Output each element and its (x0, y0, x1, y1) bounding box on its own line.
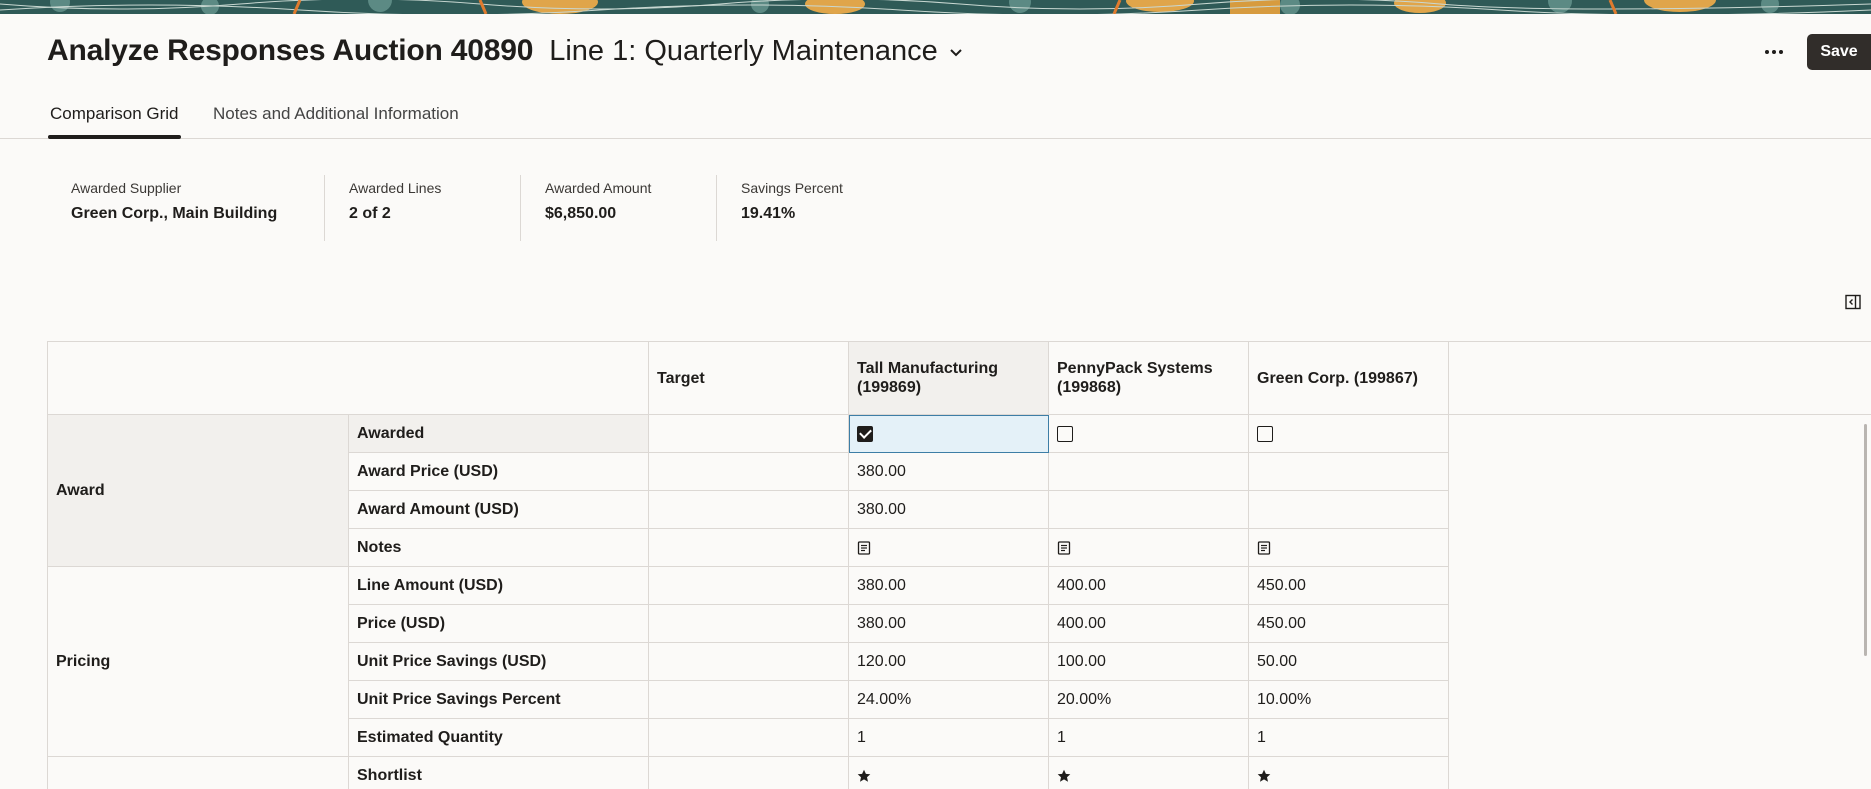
notes-cell[interactable] (849, 529, 1049, 567)
summary-label: Awarded Supplier (71, 180, 182, 196)
summary-label: Awarded Lines (349, 180, 442, 196)
header-banner (0, 0, 1871, 14)
target-cell (649, 491, 849, 529)
notes-cell[interactable] (1049, 529, 1249, 567)
row-label: Estimated Quantity (349, 719, 649, 757)
summary-awarded-amount: Awarded Amount $6,850.00 (520, 175, 716, 241)
target-cell (649, 453, 849, 491)
comparison-grid: Target Tall Manufacturing (199869) Penny… (47, 341, 1871, 789)
value-cell: 1 (849, 719, 1049, 757)
tab-comparison-grid[interactable]: Comparison Grid (48, 104, 180, 139)
grid-scrollbar[interactable] (1864, 424, 1867, 656)
group-award: Award (48, 415, 349, 567)
column-header-supplier-1[interactable]: Tall Manufacturing (199869) (849, 342, 1049, 415)
value-cell: 1 (1049, 719, 1249, 757)
column-header-supplier-2[interactable]: PennyPack Systems (199868) (1049, 342, 1249, 415)
target-cell (649, 719, 849, 757)
value-cell: 120.00 (849, 643, 1049, 681)
page-header: Analyze Responses Auction 40890 Line 1: … (47, 34, 964, 74)
summary-value: $6,850.00 (545, 205, 617, 222)
row-label: Unit Price Savings Percent (349, 681, 649, 719)
target-cell (649, 605, 849, 643)
summary-label: Awarded Amount (545, 180, 652, 196)
collapse-panel-icon[interactable] (1845, 294, 1861, 310)
value-cell: 450.00 (1249, 567, 1449, 605)
awarded-cell-supplier-1[interactable] (849, 415, 1049, 453)
value-cell: 450.00 (1249, 605, 1449, 643)
grid-header-filler (1449, 342, 1871, 415)
tab-bar: Comparison Grid Notes and Additional Inf… (0, 96, 1871, 139)
notes-icon[interactable] (1057, 540, 1071, 555)
value-cell[interactable]: 380.00 (849, 453, 1049, 491)
target-cell (649, 567, 849, 605)
row-label: Line Amount (USD) (349, 567, 649, 605)
value-cell: 10.00% (1249, 681, 1449, 719)
value-cell: 380.00 (849, 491, 1049, 529)
value-cell (1049, 491, 1249, 529)
value-cell: 400.00 (1049, 567, 1249, 605)
summary-value: Green Corp., Main Building (71, 205, 278, 222)
target-cell (649, 681, 849, 719)
save-button[interactable]: Save (1807, 34, 1871, 70)
shortlist-cell[interactable] (1249, 757, 1449, 789)
value-cell: 24.00% (849, 681, 1049, 719)
summary-awarded-lines: Awarded Lines 2 of 2 (324, 175, 520, 241)
awarded-checkbox[interactable] (1257, 425, 1273, 442)
value-cell: 1 (1249, 719, 1449, 757)
column-header-supplier-3[interactable]: Green Corp. (199867) (1249, 342, 1449, 415)
column-header-target: Target (649, 342, 849, 415)
value-cell: 380.00 (849, 605, 1049, 643)
value-cell: 100.00 (1049, 643, 1249, 681)
tab-notes-additional-information[interactable]: Notes and Additional Information (213, 104, 459, 138)
awarded-checkbox[interactable] (857, 425, 873, 442)
notes-cell[interactable] (1249, 529, 1449, 567)
star-icon[interactable] (1257, 769, 1271, 783)
value-cell: 20.00% (1049, 681, 1249, 719)
shortlist-cell[interactable] (849, 757, 1049, 789)
target-cell (649, 415, 849, 453)
row-label: Award Price (USD) (349, 453, 649, 491)
summary-value: 19.41% (741, 205, 796, 222)
row-label: Awarded (349, 415, 649, 453)
row-label: Shortlist (349, 757, 649, 789)
summary-savings-percent: Savings Percent 19.41% (716, 175, 876, 241)
value-cell: 50.00 (1249, 643, 1449, 681)
value-cell[interactable] (1049, 453, 1249, 491)
value-cell (1249, 491, 1449, 529)
target-cell (649, 757, 849, 789)
page-title: Analyze Responses Auction 40890 (47, 34, 534, 67)
value-cell: 380.00 (849, 567, 1049, 605)
line-selector-label: Line 1: Quarterly Maintenance (549, 35, 938, 67)
award-summary: Awarded Supplier Green Corp., Main Build… (47, 175, 876, 241)
line-selector[interactable]: Line 1: Quarterly Maintenance (549, 35, 964, 68)
notes-icon[interactable] (857, 540, 871, 555)
notes-icon[interactable] (1257, 540, 1271, 555)
group-other (48, 757, 349, 789)
awarded-cell-supplier-2[interactable] (1049, 415, 1249, 453)
summary-awarded-supplier: Awarded Supplier Green Corp., Main Build… (47, 175, 324, 241)
awarded-checkbox[interactable] (1057, 425, 1073, 442)
star-icon[interactable] (857, 769, 871, 783)
awarded-cell-supplier-3[interactable] (1249, 415, 1449, 453)
more-horizontal-icon (1765, 50, 1769, 54)
row-label: Notes (349, 529, 649, 567)
summary-value: 2 of 2 (349, 205, 391, 222)
target-cell (649, 643, 849, 681)
more-actions-button[interactable] (1758, 38, 1790, 66)
grid-corner-header (48, 342, 649, 415)
target-cell (649, 529, 849, 567)
star-icon[interactable] (1057, 769, 1071, 783)
value-cell: 400.00 (1049, 605, 1249, 643)
row-label: Award Amount (USD) (349, 491, 649, 529)
group-pricing: Pricing (48, 567, 349, 757)
row-label: Unit Price Savings (USD) (349, 643, 649, 681)
summary-label: Savings Percent (741, 180, 843, 196)
chevron-down-icon (950, 48, 962, 56)
row-label: Price (USD) (349, 605, 649, 643)
shortlist-cell[interactable] (1049, 757, 1249, 789)
value-cell[interactable] (1249, 453, 1449, 491)
